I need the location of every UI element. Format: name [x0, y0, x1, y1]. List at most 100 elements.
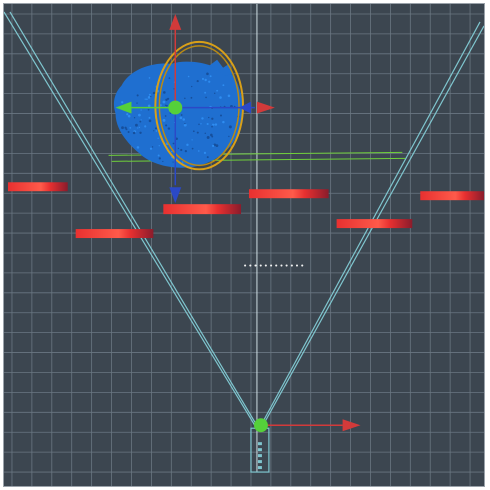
point-cloud-dot — [157, 137, 159, 139]
point-cloud-dot — [127, 130, 130, 133]
point-cloud-dot — [140, 109, 142, 111]
point-cloud-dot — [132, 131, 136, 135]
point-cloud-dot — [155, 130, 158, 132]
point-cloud-dot — [137, 127, 139, 129]
point-cloud-dot — [182, 118, 186, 121]
point-cloud-dot — [172, 142, 175, 145]
red-segment-1[interactable] — [7, 182, 68, 192]
dotted-text-label: •••••••••••• — [243, 262, 305, 270]
point-cloud-dot — [184, 97, 186, 100]
point-cloud-dot — [146, 98, 148, 101]
point-cloud-dot — [180, 114, 183, 116]
point-cloud-dot — [148, 77, 151, 79]
point-cloud-dot — [196, 131, 199, 134]
point-cloud-dot — [139, 120, 142, 123]
point-cloud-dot — [196, 79, 199, 83]
point-cloud-dot — [139, 131, 142, 134]
point-cloud-dot — [212, 144, 215, 148]
camera-body-dot — [257, 448, 262, 452]
point-cloud-dot — [204, 78, 207, 82]
point-cloud-dot — [162, 118, 166, 122]
point-cloud-dot — [158, 145, 160, 147]
red-segment-6[interactable] — [420, 191, 484, 201]
point-cloud-dot — [162, 160, 164, 163]
scene-canvas[interactable]: •••••••••••• — [4, 4, 484, 486]
point-cloud-dot — [227, 94, 231, 98]
point-cloud-dot — [136, 94, 139, 97]
point-cloud-dot — [165, 104, 168, 107]
point-cloud-dot — [190, 96, 193, 99]
point-cloud-dot — [206, 72, 209, 76]
point-cloud-dot — [205, 96, 207, 99]
point-cloud-dot — [184, 149, 187, 153]
point-cloud-dot — [211, 117, 214, 120]
red-segment-4[interactable] — [248, 189, 329, 199]
point-cloud-dot — [163, 91, 166, 94]
point-cloud-dot — [204, 91, 207, 94]
point-cloud-dot — [138, 126, 141, 129]
point-cloud-dot — [206, 156, 209, 159]
point-cloud-dot — [180, 148, 183, 152]
viewport-background — [4, 4, 484, 486]
point-cloud-dot — [179, 116, 183, 120]
point-cloud-dot — [168, 77, 171, 79]
3d-scene-viewport[interactable]: •••••••••••• — [3, 3, 485, 487]
point-cloud-dot — [147, 104, 151, 108]
point-cloud-dot — [197, 150, 200, 152]
point-cloud-dot — [153, 130, 155, 132]
point-cloud-dot — [198, 123, 200, 126]
point-cloud-dot — [191, 147, 194, 150]
point-cloud-dot — [211, 125, 213, 128]
point-cloud-dot — [140, 119, 142, 121]
point-cloud-dot — [136, 146, 140, 149]
point-cloud-dot — [177, 147, 180, 150]
point-cloud-dot — [206, 122, 209, 126]
point-cloud-dot — [125, 128, 128, 131]
red-segment-3[interactable] — [163, 204, 242, 215]
point-cloud-dot — [164, 104, 167, 106]
point-cloud-dot — [191, 139, 193, 141]
point-cloud-dot — [147, 96, 151, 99]
point-cloud-dot — [219, 96, 222, 99]
point-cloud-dot — [135, 123, 138, 127]
point-cloud-dot — [203, 151, 207, 154]
point-cloud-dot — [129, 126, 132, 129]
point-cloud-dot — [164, 115, 167, 117]
point-cloud-dot — [170, 150, 173, 153]
camera-body-dot — [257, 460, 262, 464]
camera-center-handle[interactable] — [253, 418, 268, 433]
point-cloud-dot — [208, 80, 211, 83]
point-cloud-dot — [150, 95, 152, 98]
point-cloud-dot — [222, 120, 225, 124]
point-cloud-dot — [228, 125, 232, 129]
point-cloud-dot — [121, 126, 124, 130]
point-cloud-dot — [167, 127, 171, 130]
point-cloud-dot — [186, 143, 189, 147]
point-cloud-dot — [148, 93, 151, 96]
point-cloud-dot — [228, 135, 230, 138]
point-cloud-dot — [136, 102, 138, 104]
point-cloud-dot — [208, 116, 210, 119]
point-cloud-dot — [201, 117, 204, 120]
red-segment-5[interactable] — [336, 219, 413, 229]
point-cloud-dot — [149, 147, 153, 150]
red-segment-2[interactable] — [75, 229, 154, 239]
gizmo-center-handle[interactable] — [168, 100, 183, 115]
point-cloud-dot — [165, 124, 168, 127]
point-cloud-dot — [138, 113, 141, 117]
point-cloud-dot — [191, 85, 193, 88]
point-cloud-dot — [222, 84, 225, 87]
point-cloud-dot — [133, 117, 136, 119]
point-cloud-dot — [214, 123, 218, 126]
point-cloud-dot — [209, 75, 212, 78]
point-cloud-dot — [187, 75, 190, 78]
point-cloud-dot — [200, 123, 202, 125]
point-cloud-dot — [216, 89, 219, 92]
point-cloud-dot — [201, 77, 205, 81]
point-cloud-dot — [172, 161, 174, 163]
point-cloud-dot — [214, 92, 216, 95]
point-cloud-dot — [144, 125, 147, 128]
point-cloud-dot — [127, 114, 131, 118]
point-cloud-dot — [147, 108, 150, 111]
point-cloud-dot — [121, 101, 124, 104]
